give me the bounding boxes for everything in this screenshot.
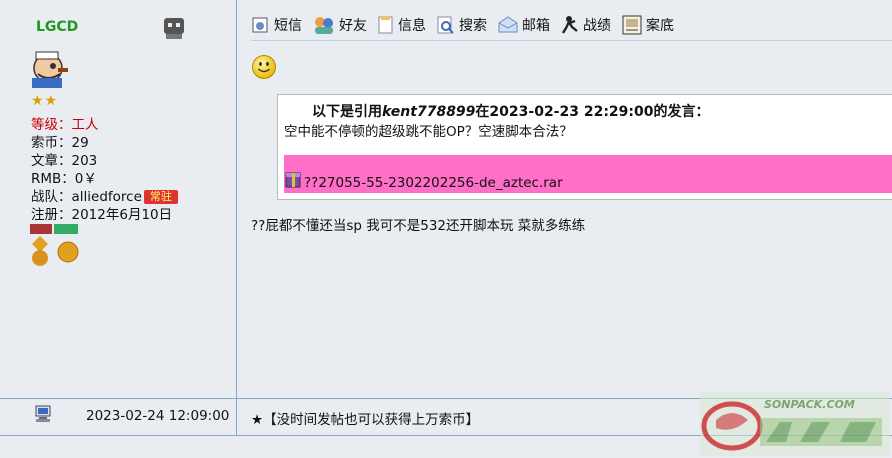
quote-block: 以下是引用kent778899在2023-02-23 22:29:00的发言： … (277, 94, 892, 200)
avatar[interactable] (28, 48, 72, 90)
username[interactable]: LGCD (36, 19, 78, 35)
post-date: 2023-02-24 12:09:00 (86, 408, 230, 424)
toolbar-message[interactable]: 短信 (251, 15, 302, 35)
toolbar-mail[interactable]: 邮箱 (497, 15, 550, 35)
user-level: 等级：工人 (31, 117, 99, 133)
toolbar-search[interactable]: 搜索 (436, 15, 487, 35)
case-icon (622, 15, 642, 35)
message-icon (252, 17, 268, 33)
user-toolbar: 短信 好友 信息 搜索 邮箱 战绩 案底 (251, 13, 684, 37)
watermark-text: SONPACK.COM (764, 398, 855, 411)
toolbar-friends[interactable]: 好友 (312, 15, 367, 35)
team-badge: 常驻 (143, 190, 178, 204)
smiley-icon (252, 55, 276, 79)
quote-header: 以下是引用kent778899在2023-02-23 22:29:00的发言： (312, 104, 710, 120)
quote-author[interactable]: kent778899 (382, 104, 475, 120)
toolbar-case[interactable]: 案底 (621, 14, 674, 36)
search-icon (437, 16, 454, 34)
site-watermark-logo: SONPACK.COM (700, 392, 890, 456)
attachment-bar: ??27055-55-2302202256-de_aztec.rar (284, 155, 892, 193)
info-icon (378, 16, 393, 34)
medals-icon (30, 224, 79, 266)
mail-icon (498, 16, 518, 33)
record-icon (561, 16, 578, 34)
user-status-icon (164, 18, 184, 39)
user-coins: 索币：29 (31, 135, 89, 151)
toolbar-divider (251, 40, 892, 41)
user-team: 战队：alliedforce 常驻 (31, 188, 178, 206)
quote-body: 空中能不停顿的超级跳不能OP？空速脚本合法？ (284, 124, 573, 140)
toolbar-info[interactable]: 信息 (377, 15, 426, 35)
reply-text: ??屁都不懂还当sp 我可不是532还开脚本玩 菜就多练练 (251, 218, 586, 234)
user-signature: ★【没时间发帖也可以获得上万索币】 (251, 412, 480, 428)
user-rmb: RMB：0￥ (31, 171, 97, 187)
attachment-link[interactable]: ??27055-55-2302202256-de_aztec.rar (304, 175, 563, 191)
user-info: 等级：工人 索币：29 文章：203 RMB：0￥ 战队：alliedforce… (31, 116, 178, 224)
toolbar-record[interactable]: 战绩 (560, 15, 611, 35)
rank-stars: ★★ (31, 93, 59, 109)
user-sidebar: LGCD ★★ 等级：工人 索币：29 文章：203 RMB：0￥ 战队：all… (0, 0, 236, 398)
user-posts: 文章：203 (31, 153, 98, 169)
friends-icon (315, 17, 333, 34)
archive-icon (285, 172, 301, 188)
computer-icon (35, 405, 51, 422)
post-content: 短信 好友 信息 搜索 邮箱 战绩 案底 以下是引用kent778899在202… (237, 0, 892, 398)
